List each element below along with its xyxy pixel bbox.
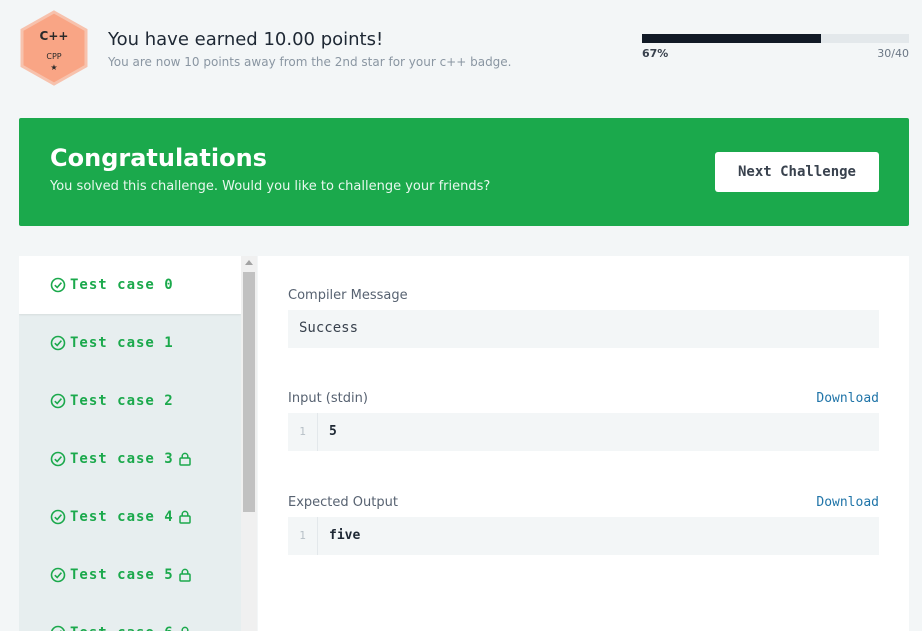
expected-output-box: 1 five (288, 517, 879, 555)
test-case-label: Test case 4 (70, 509, 174, 525)
congratulations-title: Congratulations (50, 144, 267, 172)
test-case-label: Test case 3 (70, 451, 174, 467)
congratulations-subtitle: You solved this challenge. Would you lik… (50, 179, 491, 194)
badge-progress-bar (642, 34, 909, 43)
input-box: 1 5 (288, 413, 879, 451)
test-case-item[interactable]: Test case 5 (19, 546, 241, 604)
compiler-message-text: Success (299, 320, 359, 336)
scroll-thumb[interactable] (243, 272, 255, 512)
test-case-scrollbar[interactable] (241, 256, 257, 631)
badge-star-icon: ★ (50, 63, 58, 72)
test-case-label: Test case 0 (70, 277, 174, 293)
test-case-item[interactable]: Test case 0 (19, 256, 241, 314)
download-input-link[interactable]: Download (816, 391, 879, 406)
test-case-label: Test case 1 (70, 335, 174, 351)
points-earned-subtitle: You are now 10 points away from the 2nd … (108, 55, 512, 69)
test-result-panel: Compiler Message Success Input (stdin) D… (258, 256, 909, 631)
test-case-item[interactable]: Test case 4 (19, 488, 241, 546)
progress-percent: 67% (642, 47, 669, 60)
check-circle-icon (50, 393, 66, 409)
test-case-item[interactable]: Test case 1 (19, 314, 241, 372)
download-expected-output-link[interactable]: Download (816, 495, 879, 510)
check-circle-icon (50, 567, 66, 583)
check-circle-icon (50, 509, 66, 525)
compiler-message-label: Compiler Message (288, 288, 408, 303)
test-case-label: Test case 6 (70, 625, 174, 631)
test-case-item[interactable]: Test case 3 (19, 430, 241, 488)
scroll-up-arrow-icon[interactable] (245, 260, 253, 265)
check-circle-icon (50, 451, 66, 467)
test-case-item[interactable]: Test case 6 (19, 604, 241, 631)
points-earned-title: You have earned 10.00 points! (108, 29, 384, 50)
badge-progress-fill (642, 34, 821, 43)
lock-icon (178, 510, 192, 524)
input-line-number: 1 (288, 413, 318, 451)
check-circle-icon (50, 277, 66, 293)
expected-line-number: 1 (288, 517, 318, 555)
input-label: Input (stdin) (288, 391, 368, 406)
badge-code: CPP (46, 52, 62, 61)
test-case-list: Test case 0 Test case 1 Test case 2 Test ca… (19, 256, 257, 631)
lock-icon (178, 452, 192, 466)
next-challenge-button[interactable]: Next Challenge (715, 152, 879, 192)
expected-output-label: Expected Output (288, 495, 398, 510)
expected-output-value: five (329, 528, 361, 543)
progress-count: 30/40 (877, 47, 909, 60)
test-case-label: Test case 5 (70, 567, 174, 583)
cpp-badge-icon: C++ CPP ★ (19, 10, 89, 86)
check-circle-icon (50, 335, 66, 351)
test-case-item[interactable]: Test case 2 (19, 372, 241, 430)
lock-icon (178, 626, 192, 631)
congratulations-banner: Congratulations You solved this challeng… (19, 118, 909, 226)
test-case-label: Test case 2 (70, 393, 174, 409)
check-circle-icon (50, 625, 66, 631)
input-value: 5 (329, 424, 337, 439)
lock-icon (178, 568, 192, 582)
badge-language: C++ (39, 29, 69, 43)
compiler-message-box: Success (288, 310, 879, 348)
